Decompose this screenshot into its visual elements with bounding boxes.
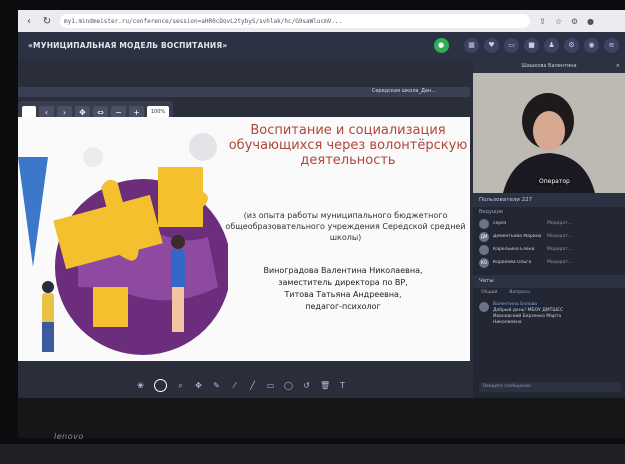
screen-share-icon[interactable]: ▭ bbox=[504, 38, 519, 53]
participant-name: Дементьева Марина bbox=[493, 234, 542, 239]
url-text: my1.mindmeister.ru/conference/session=aH… bbox=[64, 17, 343, 25]
laptop-base bbox=[0, 444, 625, 464]
slide-tab-bar: Середская школа_Дан... bbox=[18, 87, 470, 97]
address-bar[interactable]: my1.mindmeister.ru/conference/session=aH… bbox=[60, 14, 530, 28]
mic-icon[interactable]: ◉ bbox=[584, 38, 599, 53]
marker-icon[interactable]: ⁄ bbox=[230, 381, 239, 390]
chat-tabs: Общий Вопросы bbox=[473, 288, 625, 298]
participants-section-label: Ведущие bbox=[479, 209, 503, 215]
close-video-icon[interactable]: × bbox=[616, 59, 620, 73]
text-tool-icon[interactable]: T bbox=[338, 381, 347, 390]
ellipse-icon[interactable]: ◯ bbox=[284, 381, 293, 390]
conference-title: «МУНИЦИПАЛЬНАЯ МОДЕЛЬ ВОСПИТАНИЯ» bbox=[28, 41, 228, 50]
participant-row[interactable]: Карельина Елена Модерат... bbox=[473, 243, 625, 256]
slide-title: Воспитание и социализация обучающихся че… bbox=[228, 123, 468, 168]
video-owner-name: Шашкова Валентина bbox=[521, 63, 577, 69]
participant-role: Модерат... bbox=[547, 234, 573, 239]
laptop-screen: ‹ ↻ my1.mindmeister.ru/conference/sessio… bbox=[18, 10, 625, 398]
pointer-tool-icon[interactable] bbox=[154, 378, 167, 392]
slide-file-tab[interactable]: Середская школа_Дан... bbox=[372, 88, 436, 94]
author-1-role: заместитель директора по ВР, bbox=[278, 278, 408, 287]
chat-text: Добрый день! МБОУ ДМТШЕС Ивановский Берз… bbox=[493, 308, 564, 325]
color-palette-icon[interactable]: ❀ bbox=[136, 381, 145, 390]
heart-icon[interactable]: ♥ bbox=[484, 38, 499, 53]
profile-icon[interactable]: ● bbox=[586, 17, 595, 26]
participant-row[interactable]: ДМ Дементьева Марина Модерат... bbox=[473, 230, 625, 243]
participants-header[interactable]: Пользователи 227 bbox=[473, 193, 625, 207]
slide-canvas: Воспитание и социализация обучающихся че… bbox=[18, 117, 470, 361]
participant-row[interactable]: КО Королева Ольга Модерат... bbox=[473, 256, 625, 269]
reload-icon[interactable]: ↻ bbox=[40, 14, 54, 28]
participant-name: Королева Ольга bbox=[493, 260, 532, 265]
extensions-icon[interactable]: ⚙ bbox=[570, 17, 579, 26]
avatar: ДМ bbox=[479, 231, 489, 242]
chat-header[interactable]: Чаты bbox=[473, 275, 625, 288]
video-feed[interactable]: Оператор bbox=[473, 73, 625, 193]
participant-name: сереэ bbox=[493, 221, 507, 226]
chat-input[interactable]: Введите сообщение bbox=[479, 382, 621, 392]
author-2-role: педагог-психолог bbox=[305, 302, 381, 311]
users-icon[interactable]: ♟ bbox=[544, 38, 559, 53]
share-icon[interactable]: ⇪ bbox=[538, 17, 547, 26]
browser-toolbar: ‹ ↻ my1.mindmeister.ru/conference/sessio… bbox=[18, 10, 625, 32]
trash-icon[interactable]: 🗑 bbox=[320, 381, 330, 390]
chat-message: Валентина Белова Добрый день! МБОУ ДМТШЕ… bbox=[473, 298, 625, 326]
laptop-bezel bbox=[18, 398, 625, 438]
line-icon[interactable]: ╱ bbox=[248, 381, 257, 390]
participant-role: Модерат... bbox=[547, 221, 573, 226]
avatar bbox=[479, 244, 489, 255]
presentation-stage: Середская школа_Дан... ‹ › ✥ ⇔ − + 100% bbox=[18, 59, 473, 398]
grid-icon[interactable]: ▦ bbox=[464, 38, 479, 53]
author-1-name: Виноградова Валентина Николаевна, bbox=[263, 266, 423, 275]
conference-header: «МУНИЦИПАЛЬНАЯ МОДЕЛЬ ВОСПИТАНИЯ» ● ▦ ♥ … bbox=[18, 32, 625, 59]
rectangle-icon[interactable]: ▭ bbox=[266, 381, 275, 390]
slide-subtitle: (из опыта работы муниципального бюджетно… bbox=[225, 211, 466, 242]
laptop-brand: lenovo bbox=[54, 432, 84, 441]
avatar bbox=[479, 302, 489, 312]
participants-list: сереэ Модерат... ДМ Дементьева Марина Мо… bbox=[473, 217, 625, 269]
search-icon[interactable]: ⌕ bbox=[176, 381, 185, 390]
video-header: Шашкова Валентина × bbox=[473, 59, 625, 73]
annotation-toolbar: ❀ ⌕ ✥ ✎ ⁄ ╱ ▭ ◯ ↺ 🗑 T bbox=[136, 377, 366, 393]
participant-name: Карельина Елена bbox=[493, 247, 535, 252]
avatar: КО bbox=[479, 257, 489, 268]
record-status bbox=[454, 43, 455, 48]
menu-icon[interactable]: ≡ bbox=[604, 38, 619, 53]
right-panel: Шашкова Валентина × Оператор Пользовател… bbox=[473, 59, 625, 398]
star-icon[interactable]: ☆ bbox=[554, 17, 563, 26]
participant-role: Модерат... bbox=[547, 260, 573, 265]
video-role-label: Оператор bbox=[537, 178, 572, 185]
camera-icon[interactable]: ■ bbox=[524, 38, 539, 53]
author-2-name: Титова Татьяна Андреевна, bbox=[284, 290, 402, 299]
participant-role: Модерат... bbox=[547, 247, 573, 252]
back-icon[interactable]: ‹ bbox=[22, 14, 36, 28]
webcam-person bbox=[473, 73, 625, 193]
pen-icon[interactable]: ✎ bbox=[212, 381, 221, 390]
puzzle-globe-illustration bbox=[18, 133, 228, 355]
chat-message-body: Валентина Белова Добрый день! МБОУ ДМТШЕ… bbox=[493, 302, 583, 326]
avatar bbox=[479, 218, 489, 229]
undo-icon[interactable]: ↺ bbox=[302, 381, 311, 390]
participant-row[interactable]: сереэ Модерат... bbox=[473, 217, 625, 230]
chat-tab-questions[interactable]: Вопросы bbox=[509, 288, 529, 298]
move-icon[interactable]: ✥ bbox=[194, 381, 203, 390]
record-icon[interactable]: ● bbox=[433, 38, 449, 53]
slide-authors: Виноградова Валентина Николаевна, замест… bbox=[228, 265, 458, 313]
chat-tab-general[interactable]: Общий bbox=[481, 288, 497, 298]
settings-icon[interactable]: ⚙ bbox=[564, 38, 579, 53]
